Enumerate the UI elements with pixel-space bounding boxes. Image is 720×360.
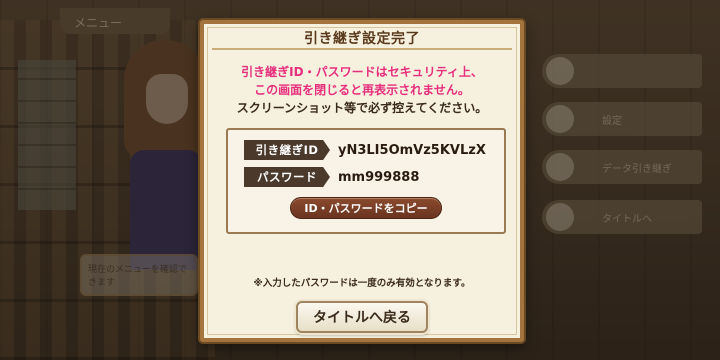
transfer-complete-dialog: 引き継ぎ設定完了 引き継ぎID・パスワードはセキュリティ上、 この画面を閉じると… <box>200 20 524 342</box>
transfer-id-value: yN3LI5OmVz5KVLzX <box>338 142 486 158</box>
warning-line-2: この画面を閉じると再表示されません。 <box>254 83 470 97</box>
warning-line-1: 引き継ぎID・パスワードはセキュリティ上、 <box>241 65 483 79</box>
transfer-id-label: 引き継ぎID <box>244 140 330 160</box>
copy-credentials-button[interactable]: ID・パスワードをコピー <box>290 197 442 219</box>
dialog-notice: 引き継ぎID・パスワードはセキュリティ上、 この画面を閉じると再表示されません。… <box>204 63 520 117</box>
dialog-title: 引き継ぎ設定完了 <box>304 31 420 47</box>
credentials-box: 引き継ぎID yN3LI5OmVz5KVLzX パスワード mm999888 I… <box>226 128 506 234</box>
password-footnote: ※入力したパスワードは一度のみ有効となります。 <box>253 278 471 289</box>
instruction-text: スクリーンショット等で必ず控えてください。 <box>236 101 488 115</box>
transfer-id-row: 引き継ぎID yN3LI5OmVz5KVLzX <box>244 140 486 160</box>
dialog-title-bar: 引き継ぎ設定完了 <box>212 28 512 50</box>
back-to-title-button[interactable]: タイトルへ戻る <box>296 301 428 333</box>
password-row: パスワード mm999888 <box>244 167 419 187</box>
password-value: mm999888 <box>338 169 420 185</box>
password-label: パスワード <box>244 167 330 187</box>
